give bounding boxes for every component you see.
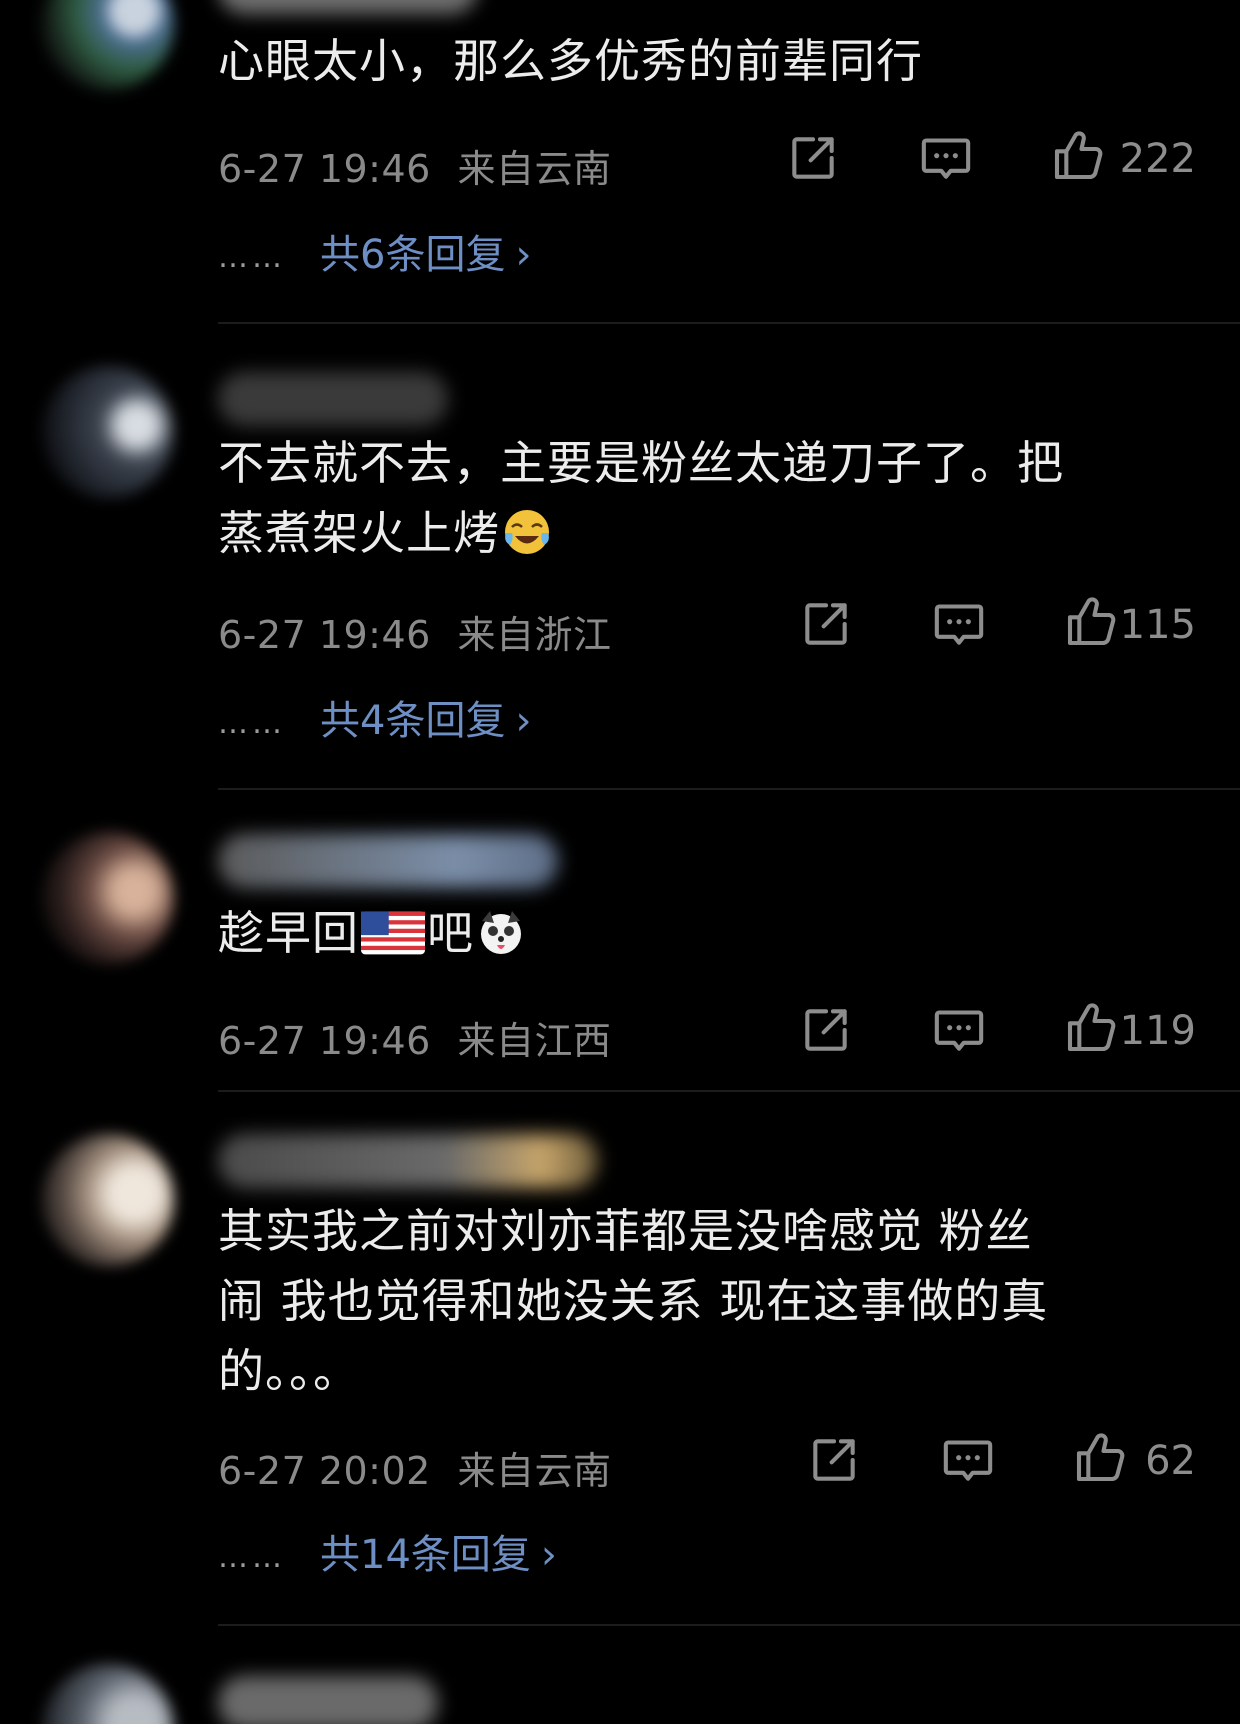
like-count: 119 <box>1119 1008 1196 1054</box>
like-count: 115 <box>1119 602 1196 648</box>
avatar[interactable] <box>42 832 174 964</box>
comment-text-line: 不去就不去，主要是粉丝太递刀子了。把 <box>218 436 1064 490</box>
view-replies-link[interactable]: 共14条回复 <box>320 1532 531 1578</box>
view-replies-link[interactable]: 共4条回复 <box>320 698 505 744</box>
view-replies-link[interactable]: 共6条回复 <box>320 232 505 278</box>
username-blurred[interactable] <box>218 1676 438 1724</box>
ellipsis: …… <box>218 705 286 741</box>
like-count: 222 <box>1119 136 1196 182</box>
comment-icon[interactable] <box>931 596 987 652</box>
share-icon[interactable] <box>798 596 854 652</box>
share-icon[interactable] <box>785 130 841 186</box>
crying-laughing-emoji <box>505 510 549 554</box>
username-blurred[interactable] <box>218 372 448 426</box>
comment-text: 其实我之前对刘亦菲都是没啥感觉 粉丝 闹 我也觉得和她没关系 现在这事做的真 的… <box>218 1196 1178 1406</box>
comment-icon[interactable] <box>931 1002 987 1058</box>
comment-text-line: 其实我之前对刘亦菲都是没啥感觉 粉丝 <box>218 1204 1033 1258</box>
us-flag-emoji <box>361 911 425 955</box>
comment-meta: 6-27 20:02 来自云南 <box>218 1440 611 1495</box>
comment-time: 6-27 19:46 <box>218 1019 431 1063</box>
ellipsis: …… <box>218 239 286 275</box>
avatar[interactable] <box>42 0 174 90</box>
comment-text-part: 趁早回 <box>218 906 359 960</box>
comment-text-line: 蒸煮架火上烤 <box>218 498 1178 568</box>
comment-text-line: 的。。。 <box>218 1344 360 1398</box>
comment-time: 6-27 19:46 <box>218 613 431 657</box>
comment-time: 6-27 20:02 <box>218 1449 431 1493</box>
divider <box>218 1090 1240 1092</box>
comment-location: 来自云南 <box>457 1449 612 1493</box>
comment-meta: 6-27 19:46 来自江西 <box>218 1010 611 1065</box>
chevron-right-icon: › <box>515 232 532 278</box>
comment-text-line: 闹 我也觉得和她没关系 现在这事做的真 <box>218 1274 1049 1328</box>
share-icon[interactable] <box>806 1432 862 1488</box>
share-icon[interactable] <box>798 1002 854 1058</box>
chevron-right-icon: › <box>515 698 532 744</box>
avatar[interactable] <box>42 1134 174 1266</box>
comment-location: 来自云南 <box>457 147 612 191</box>
comment-text: 趁早回 吧 <box>218 898 1178 968</box>
comment-text-part: 吧 <box>427 906 474 960</box>
chevron-right-icon: › <box>540 1532 557 1578</box>
thumbs-up-icon[interactable] <box>1063 1000 1119 1056</box>
comment-text: 心眼太小，那么多优秀的前辈同行 <box>218 34 923 88</box>
username-blurred[interactable] <box>218 834 558 888</box>
avatar[interactable] <box>42 1664 174 1724</box>
like-count: 62 <box>1145 1438 1196 1484</box>
thumbs-up-icon[interactable] <box>1050 128 1106 184</box>
comment-icon[interactable] <box>940 1432 996 1488</box>
comment-meta: 6-27 19:46 来自浙江 <box>218 604 611 659</box>
divider <box>218 1624 1240 1626</box>
comment-icon[interactable] <box>918 130 974 186</box>
thumbs-up-icon[interactable] <box>1063 594 1119 650</box>
divider <box>218 322 1240 324</box>
comment-location: 来自江西 <box>457 1019 612 1063</box>
divider <box>218 788 1240 790</box>
replies-row[interactable]: …… 共4条回复 › <box>218 688 531 746</box>
ellipsis: …… <box>218 1539 286 1575</box>
comment-location: 来自浙江 <box>457 613 612 657</box>
comment-meta: 6-27 19:46 来自云南 <box>218 138 611 193</box>
comment-time: 6-27 19:46 <box>218 147 431 191</box>
replies-row[interactable]: …… 共6条回复 › <box>218 222 531 280</box>
comment-text: 不去就不去，主要是粉丝太递刀子了。把 蒸煮架火上烤 <box>218 428 1178 568</box>
thumbs-up-icon[interactable] <box>1072 1430 1128 1486</box>
username-blurred[interactable] <box>218 1134 598 1188</box>
comment-feed: 心眼太小，那么多优秀的前辈同行 6-27 19:46 来自云南 222 …… 共6… <box>0 0 1240 1724</box>
replies-row[interactable]: …… 共14条回复 › <box>218 1522 557 1580</box>
avatar[interactable] <box>42 366 174 498</box>
dog-face-emoji <box>481 911 521 954</box>
username-blurred[interactable] <box>218 0 478 14</box>
